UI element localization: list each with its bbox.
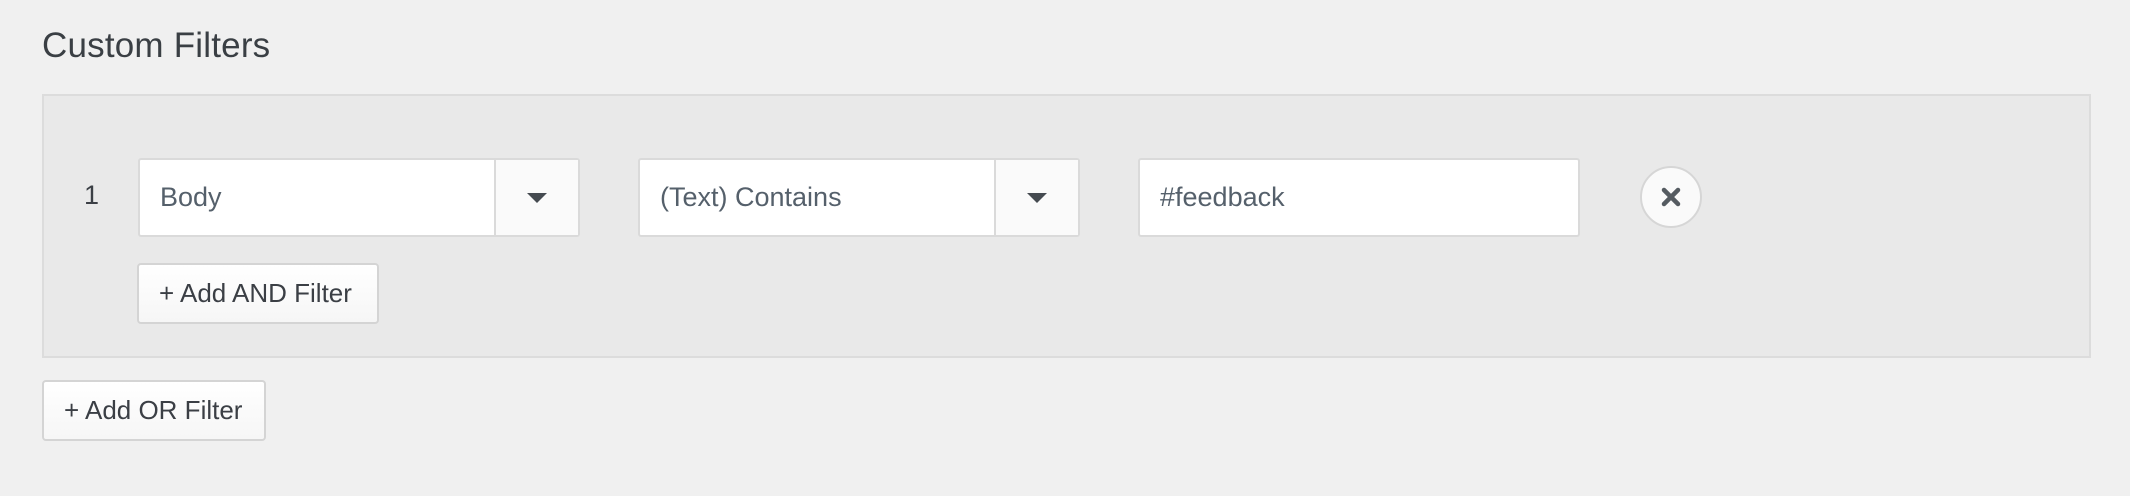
filter-value-input[interactable] (1138, 158, 1580, 237)
add-or-filter-button[interactable]: + Add OR Filter (42, 380, 266, 441)
close-icon (1661, 187, 1681, 207)
remove-filter-button[interactable] (1640, 166, 1702, 228)
chevron-down-icon (1027, 192, 1047, 203)
field-select[interactable]: Body (138, 158, 580, 237)
field-select-toggle[interactable] (494, 160, 578, 235)
operator-select-value: (Text) Contains (660, 182, 842, 212)
custom-filters-page: Custom Filters 1 Body (Text) Contains + … (0, 0, 2130, 496)
filter-group: 1 Body (Text) Contains + Add AND Filter (42, 94, 2091, 358)
operator-select[interactable]: (Text) Contains (638, 158, 1080, 237)
field-select-value: Body (160, 182, 222, 212)
add-and-filter-button[interactable]: + Add AND Filter (137, 263, 379, 324)
chevron-down-icon (527, 192, 547, 203)
section-title: Custom Filters (42, 26, 271, 65)
filter-row-index: 1 (84, 180, 100, 210)
operator-select-toggle[interactable] (994, 160, 1078, 235)
